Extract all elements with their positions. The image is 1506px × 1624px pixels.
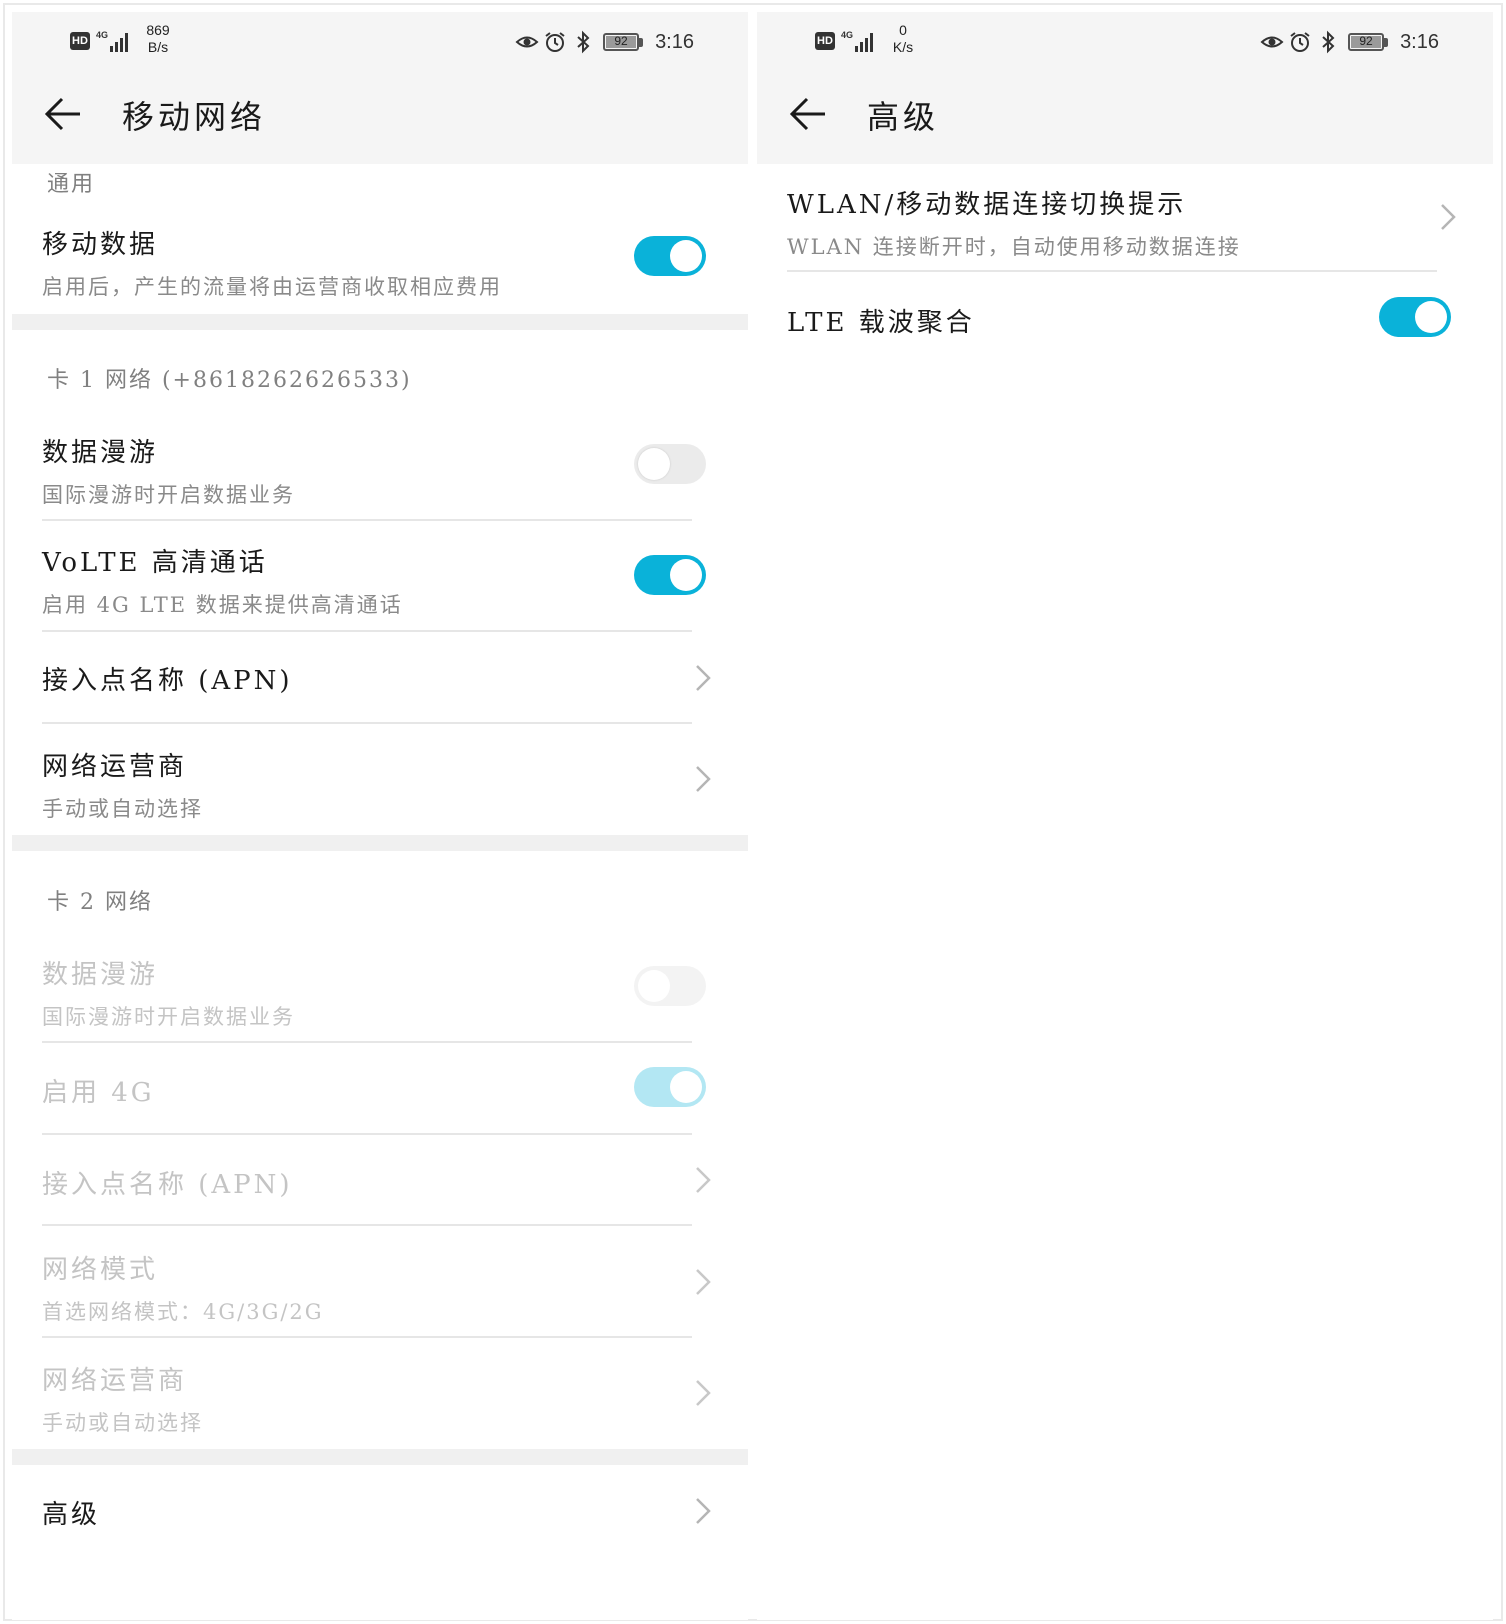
sim1-roaming-subtitle: 国际漫游时开启数据业务 xyxy=(42,483,295,507)
page-title: 高级 xyxy=(867,98,940,136)
back-arrow-icon[interactable] xyxy=(787,92,831,136)
section-gap xyxy=(12,835,748,851)
alarm-icon xyxy=(545,32,565,52)
hd-voice-icon: HD xyxy=(70,32,90,50)
sim1-carrier-row[interactable]: 网络运营商 手动或自动选择 xyxy=(42,746,718,823)
section-general: 通用 xyxy=(47,172,96,197)
network-mode-subtitle: 首选网络模式：4G/3G/2G xyxy=(42,1300,324,1324)
bluetooth-icon xyxy=(577,30,590,54)
status-bar: HD 4G 869 B/s 92 3:16 xyxy=(12,12,748,72)
sim2-carrier-row: 网络运营商 手动或自动选择 xyxy=(42,1360,718,1437)
wlan-switch-subtitle: WLAN 连接断开时，自动使用移动数据连接 xyxy=(787,235,1241,259)
sim1-roaming-toggle[interactable] xyxy=(634,444,706,484)
chevron-right-icon xyxy=(696,665,711,691)
eye-comfort-icon xyxy=(1260,36,1284,48)
sim1-carrier-title: 网络运营商 xyxy=(42,752,188,782)
sim2-carrier-title: 网络运营商 xyxy=(42,1366,188,1396)
lte-ca-row[interactable]: LTE 载波聚合 xyxy=(787,302,1463,339)
divider xyxy=(787,270,1437,272)
lte-ca-title: LTE 载波聚合 xyxy=(787,308,975,338)
network-speed: 869 B/s xyxy=(146,22,170,55)
divider xyxy=(42,1133,692,1135)
sim1-apn-title: 接入点名称 (APN) xyxy=(42,666,293,696)
back-arrow-icon[interactable] xyxy=(42,92,86,136)
divider xyxy=(42,630,692,632)
mobile-data-row[interactable]: 移动数据 启用后，产生的流量将由运营商收取相应费用 xyxy=(42,224,718,301)
battery-tip xyxy=(639,37,644,47)
status-bar: HD 4G 0 K/s 92 3:16 xyxy=(757,12,1493,72)
divider xyxy=(42,722,692,724)
wlan-switch-title: WLAN/移动数据连接切换提示 xyxy=(787,190,1187,220)
volte-row[interactable]: VoLTE 高清通话 启用 4G LTE 数据来提供高清通话 xyxy=(42,542,718,619)
page-title: 移动网络 xyxy=(122,98,267,136)
sim1-apn-row[interactable]: 接入点名称 (APN) xyxy=(42,660,718,697)
divider xyxy=(42,1336,692,1338)
chevron-right-icon xyxy=(1441,204,1456,230)
sim1-roaming-title: 数据漫游 xyxy=(42,438,159,468)
chevron-right-icon xyxy=(696,1269,711,1295)
clock: 3:16 xyxy=(655,30,694,53)
alarm-icon xyxy=(1290,32,1310,52)
signal-icon: 4G xyxy=(96,30,128,52)
wlan-switch-row[interactable]: WLAN/移动数据连接切换提示 WLAN 连接断开时，自动使用移动数据连接 xyxy=(787,184,1463,261)
advanced-screen: HD 4G 0 K/s 92 3:16 高级 WLAN/移动数据连接切换提示 W… xyxy=(757,12,1493,1620)
sim2-carrier-subtitle: 手动或自动选择 xyxy=(42,1411,203,1435)
mobile-network-screen: HD 4G 869 B/s 92 3:16 移动网络 通用 移动数据 启用后，产… xyxy=(12,12,748,1620)
sim1-carrier-subtitle: 手动或自动选择 xyxy=(42,797,203,821)
network-speed: 0 K/s xyxy=(892,22,914,55)
network-mode-row: 网络模式 首选网络模式：4G/3G/2G xyxy=(42,1249,718,1326)
app-header: HD 4G 869 B/s 92 3:16 移动网络 xyxy=(12,12,748,164)
mobile-data-title: 移动数据 xyxy=(42,230,159,260)
advanced-row[interactable]: 高级 xyxy=(42,1494,718,1531)
sim2-roaming-toggle xyxy=(634,966,706,1006)
section-gap xyxy=(12,314,748,330)
section-sim1: 卡 1 网络 (+8618262626533) xyxy=(47,368,412,393)
chevron-right-icon xyxy=(696,1498,711,1524)
battery-icon: 92 xyxy=(1348,33,1385,51)
mobile-data-toggle[interactable] xyxy=(634,236,706,276)
hd-voice-icon: HD xyxy=(815,32,835,50)
volte-title: VoLTE 高清通话 xyxy=(42,548,268,578)
chevron-right-icon xyxy=(696,1167,711,1193)
svg-text:4G: 4G xyxy=(96,30,108,40)
section-gap xyxy=(12,1449,748,1465)
section-sim2: 卡 2 网络 xyxy=(47,890,153,915)
sim1-roaming-row[interactable]: 数据漫游 国际漫游时开启数据业务 xyxy=(42,432,718,509)
battery-icon: 92 xyxy=(603,33,640,51)
status-right-icons: 92 3:16 xyxy=(1260,28,1439,56)
app-header: HD 4G 0 K/s 92 3:16 高级 xyxy=(757,12,1493,164)
chevron-right-icon xyxy=(696,766,711,792)
clock: 3:16 xyxy=(1400,30,1439,53)
enable-4g-toggle xyxy=(634,1067,706,1107)
eye-comfort-icon xyxy=(515,36,539,48)
mobile-data-subtitle: 启用后，产生的流量将由运营商收取相应费用 xyxy=(42,275,502,299)
divider xyxy=(42,1224,692,1226)
sim2-roaming-title: 数据漫游 xyxy=(42,960,159,990)
sim2-apn-title: 接入点名称 (APN) xyxy=(42,1170,293,1200)
network-mode-title: 网络模式 xyxy=(42,1255,159,1285)
signal-icon: 4G xyxy=(841,30,873,52)
chevron-right-icon xyxy=(696,1380,711,1406)
enable-4g-title: 启用 4G xyxy=(42,1078,155,1108)
svg-text:4G: 4G xyxy=(841,30,853,40)
divider xyxy=(42,519,692,521)
advanced-title: 高级 xyxy=(42,1500,101,1530)
bluetooth-icon xyxy=(1322,30,1335,54)
lte-ca-toggle[interactable] xyxy=(1379,297,1451,337)
sim2-roaming-subtitle: 国际漫游时开启数据业务 xyxy=(42,1005,295,1029)
volte-subtitle: 启用 4G LTE 数据来提供高清通话 xyxy=(42,593,403,617)
sim2-apn-row: 接入点名称 (APN) xyxy=(42,1164,718,1201)
sim2-roaming-row: 数据漫游 国际漫游时开启数据业务 xyxy=(42,954,718,1031)
status-right-icons: 92 3:16 xyxy=(515,28,694,56)
divider xyxy=(42,1041,692,1043)
enable-4g-row: 启用 4G xyxy=(42,1072,718,1109)
volte-toggle[interactable] xyxy=(634,555,706,595)
battery-tip xyxy=(1384,37,1389,47)
